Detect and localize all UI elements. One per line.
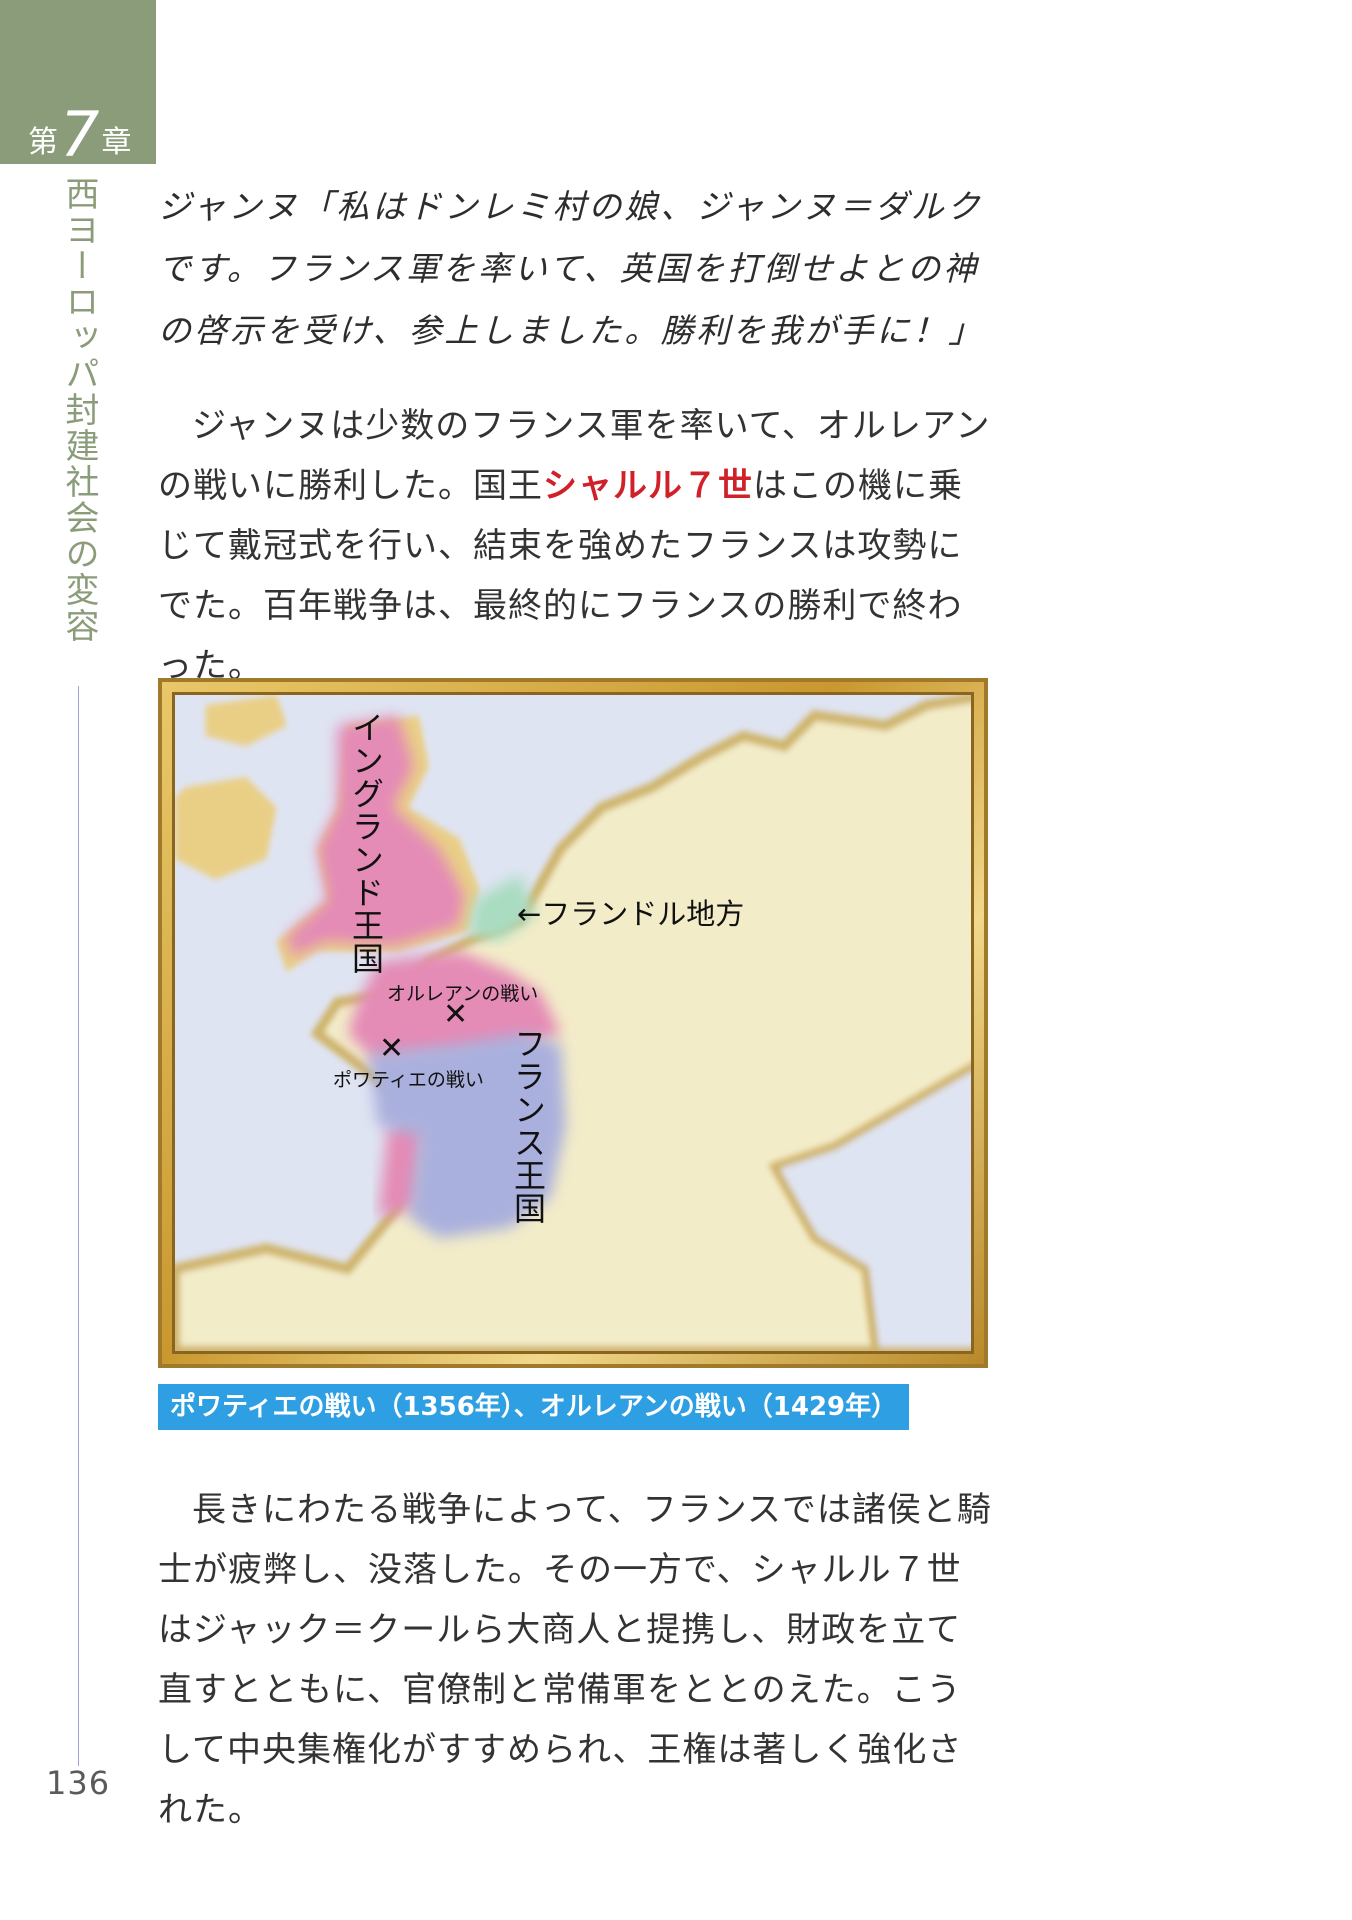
poitiers-battle-icon: ✕ [379, 1031, 405, 1066]
side-divider-line [78, 686, 79, 1766]
map-caption: ポワティエの戦い（1356年）、オルレアンの戦い（1429年） [158, 1384, 910, 1430]
map-frame: イングランド王国 ←フランドル地方 フランス王国 オルレアンの戦い ✕ ✕ ポワ… [158, 678, 988, 1368]
france-label: フランス王国 [509, 1027, 547, 1225]
flanders-label: ←フランドル地方 [517, 897, 745, 931]
chapter-prefix: 第 [28, 125, 58, 160]
england-label: イングランド王国 [347, 711, 385, 975]
quote-paragraph: ジャンヌ「私はドンレミ村の娘、ジャンヌ＝ダルクです。フランス軍を率いて、英国を打… [158, 187, 985, 350]
body-paragraph-2: 長きにわたる戦争によって、フランスでは諸侯と騎士が疲弊し、没落した。その一方で、… [158, 1480, 996, 1840]
page-number: 136 [46, 1764, 111, 1802]
poitiers-label: ポワティエの戦い [333, 1069, 484, 1091]
chapter-number: 7 [60, 98, 100, 171]
body-paragraph-1: ジャンヌは少数のフランス軍を率いて、オルレアンの戦いに勝利した。国王シャルル７世… [158, 396, 996, 696]
chapter-label: 第7章 [28, 104, 131, 166]
orleans-battle-icon: ✕ [443, 997, 469, 1032]
chapter-suffix: 章 [101, 125, 132, 160]
paragraph2-text: 長きにわたる戦争によって、フランスでは諸侯と騎士が疲弊し、没落した。その一方で、… [158, 1490, 992, 1830]
map: イングランド王国 ←フランドル地方 フランス王国 オルレアンの戦い ✕ ✕ ポワ… [172, 692, 974, 1354]
highlight-charles-vii: シャルル７世 [543, 466, 753, 506]
side-chapter-title: 西ヨーロッパ封建社会の変容 [59, 176, 99, 644]
map-graphic [175, 695, 971, 1351]
chapter-tab: 第7章 [0, 0, 156, 166]
